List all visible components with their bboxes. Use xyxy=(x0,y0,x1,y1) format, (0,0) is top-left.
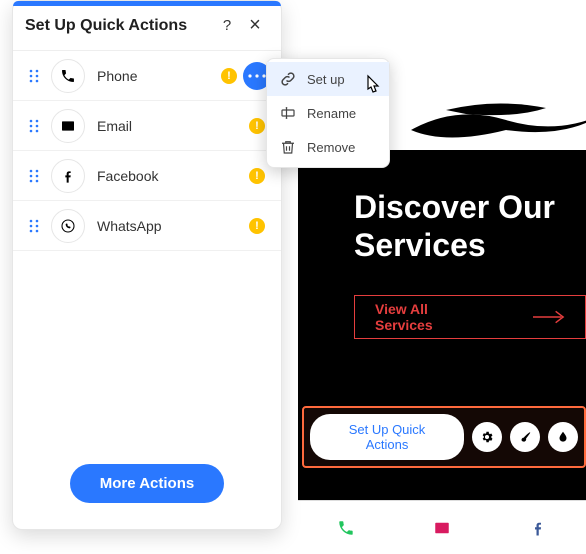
warning-icon: ! xyxy=(249,218,265,234)
panel-header: Set Up Quick Actions ? × xyxy=(13,1,281,51)
list-item[interactable]: Phone ! xyxy=(13,51,281,101)
list-item-label: Facebook xyxy=(97,168,249,184)
setup-quick-actions-chip[interactable]: Set Up Quick Actions xyxy=(310,414,464,460)
cursor-pointer-icon xyxy=(362,74,382,98)
drag-handle-icon[interactable] xyxy=(27,219,41,233)
close-button[interactable]: × xyxy=(241,12,269,40)
warning-icon: ! xyxy=(249,118,265,134)
menu-item-label: Set up xyxy=(307,72,345,87)
list-item[interactable]: WhatsApp ! xyxy=(13,201,281,251)
design-button[interactable] xyxy=(510,422,540,452)
facebook-icon xyxy=(51,159,85,193)
drag-handle-icon[interactable] xyxy=(27,169,41,183)
whatsapp-icon xyxy=(51,209,85,243)
warning-icon: ! xyxy=(221,68,237,84)
list-item-label: Email xyxy=(97,118,249,134)
phone-icon[interactable] xyxy=(337,519,355,537)
drag-handle-icon[interactable] xyxy=(27,119,41,133)
color-button[interactable] xyxy=(548,422,578,452)
facebook-icon[interactable] xyxy=(529,519,547,537)
hero-line-2: Services xyxy=(354,227,486,263)
warning-icon: ! xyxy=(249,168,265,184)
menu-item-label: Rename xyxy=(307,106,356,121)
list-item[interactable]: Facebook ! xyxy=(13,151,281,201)
panel-title: Set Up Quick Actions xyxy=(25,17,213,35)
hero-heading: Discover Our Services xyxy=(354,188,586,265)
email-icon[interactable] xyxy=(433,519,451,537)
more-actions-button[interactable]: More Actions xyxy=(70,464,224,503)
help-button[interactable]: ? xyxy=(213,12,241,40)
phone-icon xyxy=(51,59,85,93)
link-icon xyxy=(279,70,297,88)
quick-actions-bar xyxy=(298,500,586,554)
arrow-right-icon xyxy=(533,310,565,324)
quick-actions-panel: Set Up Quick Actions ? × Phone ! Email !… xyxy=(12,0,282,530)
list-item-label: WhatsApp xyxy=(97,218,249,234)
trash-icon xyxy=(279,138,297,156)
view-all-services-button[interactable]: View All Services xyxy=(354,295,586,339)
menu-item-label: Remove xyxy=(307,140,355,155)
hero-line-1: Discover Our xyxy=(354,189,555,225)
menu-item-rename[interactable]: Rename xyxy=(267,96,389,130)
preview-toolbar: Set Up Quick Actions xyxy=(302,406,586,468)
hero-section: Discover Our Services View All Services … xyxy=(298,150,586,500)
brush-icon xyxy=(518,430,532,444)
list-item-label: Phone xyxy=(97,68,221,84)
panel-footer: More Actions xyxy=(13,437,281,529)
drag-handle-icon[interactable] xyxy=(27,69,41,83)
menu-item-remove[interactable]: Remove xyxy=(267,130,389,164)
list-item[interactable]: Email ! xyxy=(13,101,281,151)
droplet-icon xyxy=(556,430,570,444)
settings-button[interactable] xyxy=(472,422,502,452)
view-all-label: View All Services xyxy=(375,301,483,333)
rename-icon xyxy=(279,104,297,122)
actions-list: Phone ! Email ! Facebook ! WhatsApp ! xyxy=(13,51,281,437)
gear-icon xyxy=(480,430,494,444)
email-icon xyxy=(51,109,85,143)
